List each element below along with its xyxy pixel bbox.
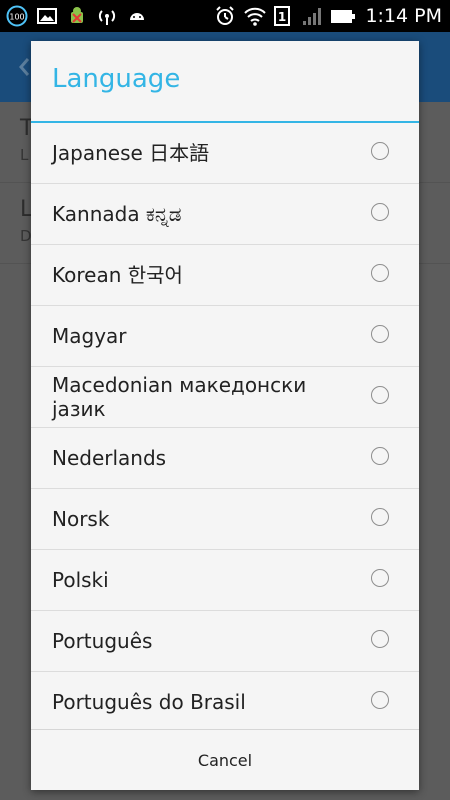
status-bar-system: 1 1:14 PM: [214, 4, 442, 28]
language-option[interactable]: Português do Brasil: [31, 672, 419, 729]
svg-text:1: 1: [278, 10, 286, 24]
language-option-label: Japanese 日本語: [52, 141, 210, 165]
signal-icon: [301, 5, 323, 27]
radio-button[interactable]: [371, 569, 389, 587]
language-option-label: Polski: [52, 568, 109, 592]
radio-button[interactable]: [371, 325, 389, 343]
language-dialog: Language Japanese 日本語 Kannada ಕನ್ನಡ Kore…: [31, 41, 419, 790]
svg-text:100: 100: [9, 13, 24, 22]
status-bar: 100 1 1:14 PM: [0, 0, 450, 32]
language-option[interactable]: Norsk: [31, 489, 419, 550]
radio-button[interactable]: [371, 142, 389, 160]
android-debug-icon: [66, 5, 88, 27]
status-bar-notifications: 100: [6, 4, 148, 28]
settings-row-subtitle: D: [20, 227, 32, 245]
battery-icon: [330, 5, 356, 27]
radio-button[interactable]: [371, 203, 389, 221]
cancel-button[interactable]: Cancel: [31, 730, 419, 790]
language-option[interactable]: Kannada ಕನ್ನಡ: [31, 184, 419, 245]
language-option-label: Português: [52, 629, 153, 653]
battery-saver-icon: 100: [6, 5, 28, 27]
radio-button[interactable]: [371, 447, 389, 465]
language-option[interactable]: Português: [31, 611, 419, 672]
radio-button[interactable]: [371, 630, 389, 648]
alarm-icon: [214, 5, 236, 27]
android-icon: [126, 5, 148, 27]
language-option[interactable]: Magyar: [31, 306, 419, 367]
language-option[interactable]: Japanese 日本語: [31, 123, 419, 184]
language-option-label: Português do Brasil: [52, 690, 246, 714]
status-bar-time: 1:14 PM: [365, 5, 442, 27]
radio-button[interactable]: [371, 691, 389, 709]
language-option-label: Macedonian македонски јазик: [52, 373, 307, 421]
settings-row-subtitle: L: [20, 146, 29, 164]
language-option[interactable]: Korean 한국어: [31, 245, 419, 306]
language-option[interactable]: Macedonian македонски јазик: [31, 367, 419, 428]
image-icon: [36, 5, 58, 27]
language-option-label: Norsk: [52, 507, 110, 531]
language-option[interactable]: Nederlands: [31, 428, 419, 489]
sim-icon: 1: [272, 5, 294, 27]
radio-button[interactable]: [371, 264, 389, 282]
dialog-title: Language: [52, 64, 181, 94]
language-option-label: Nederlands: [52, 446, 167, 470]
language-option-label: Kannada ಕನ್ನಡ: [52, 202, 182, 226]
language-option[interactable]: Polski: [31, 550, 419, 611]
wifi-icon: [243, 5, 267, 27]
dialog-button-bar: Cancel: [31, 729, 419, 790]
language-option-label: Magyar: [52, 324, 127, 348]
radio-button[interactable]: [371, 386, 389, 404]
wifi-hotspot-icon: [96, 5, 118, 27]
language-option-label: Korean 한국어: [52, 263, 183, 287]
language-list[interactable]: Japanese 日本語 Kannada ಕನ್ನಡ Korean 한국어 Ma…: [31, 123, 419, 729]
radio-button[interactable]: [371, 508, 389, 526]
